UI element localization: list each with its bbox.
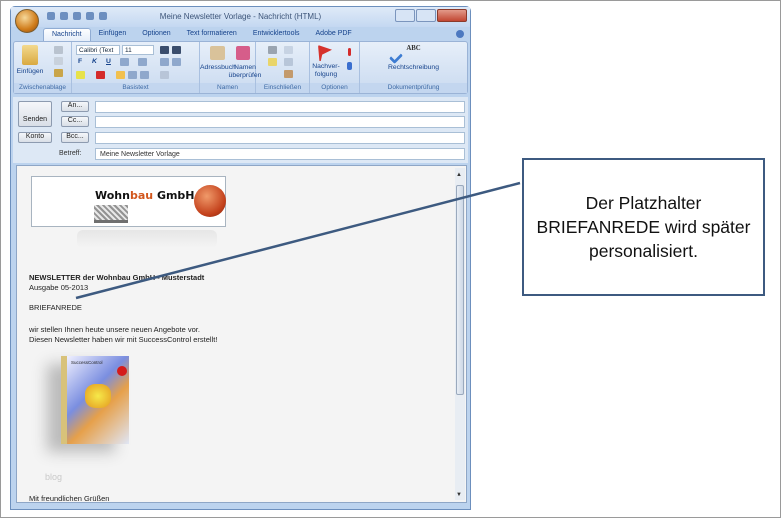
shrink-font-icon[interactable]: [172, 46, 181, 54]
attach-item-icon[interactable]: [284, 46, 293, 54]
minimize-button[interactable]: [395, 9, 415, 22]
group-proofing: ABC Rechtschreibung Dokumentprüfung: [360, 42, 467, 93]
followup-flag-icon[interactable]: [318, 45, 332, 61]
logo-text: Wohnbau GmbH: [95, 189, 195, 202]
paste-button[interactable]: Einfügen: [14, 68, 46, 76]
group-label: Zwischenablage: [14, 83, 71, 93]
attach-file-icon[interactable]: [268, 46, 277, 54]
grow-font-icon[interactable]: [160, 46, 169, 54]
bold-button[interactable]: F: [78, 58, 82, 66]
ribbon-tabs: Nachricht Einfügen Optionen Text formati…: [43, 28, 360, 42]
body-line-1: wir stellen Ihnen heute unsere neuen Ang…: [29, 325, 200, 334]
office-button[interactable]: [15, 9, 39, 33]
italic-button[interactable]: K: [92, 58, 97, 66]
message-header: Senden Konto An... Cc... Bcc... Betreff:…: [13, 97, 468, 163]
group-clipboard: Einfügen Zwischenablage: [14, 42, 72, 93]
tab-text-formatieren[interactable]: Text formatieren: [179, 28, 245, 42]
numbering-icon[interactable]: [138, 58, 147, 66]
align-left-icon[interactable]: [116, 71, 125, 79]
address-book-icon[interactable]: [210, 46, 225, 60]
font-size-select[interactable]: 11: [122, 45, 154, 55]
align-right-icon[interactable]: [140, 71, 149, 79]
maximize-button[interactable]: [416, 9, 436, 22]
tab-optionen[interactable]: Optionen: [134, 28, 178, 42]
account-button[interactable]: Konto: [18, 132, 52, 143]
tab-nachricht[interactable]: Nachricht: [43, 28, 91, 42]
address-book-button[interactable]: Adressbuch: [200, 64, 236, 72]
group-options: Nachver- folgung Optionen: [310, 42, 360, 93]
title-bar: Meine Newsletter Vorlage - Nachricht (HT…: [11, 7, 470, 27]
business-card-icon[interactable]: [268, 58, 277, 66]
outlook-message-window: Meine Newsletter Vorlage - Nachricht (HT…: [10, 6, 471, 510]
increase-indent-icon[interactable]: [172, 58, 181, 66]
ribbon: Einfügen Zwischenablage Calibri (Text 11…: [13, 41, 468, 94]
cut-icon[interactable]: [54, 46, 63, 54]
to-field[interactable]: [95, 101, 465, 113]
decrease-indent-icon[interactable]: [160, 58, 169, 66]
group-label: Optionen: [310, 83, 359, 93]
group-names: Adressbuch Namen überprüfen Namen: [200, 42, 261, 93]
issue-text: Ausgabe 05-2013: [29, 283, 89, 292]
scroll-up-arrow[interactable]: ▲: [456, 172, 462, 178]
cc-button[interactable]: Cc...: [61, 116, 89, 127]
tab-einfuegen[interactable]: Einfügen: [91, 28, 135, 42]
format-painter-icon[interactable]: [54, 69, 63, 77]
close-button[interactable]: [437, 9, 467, 22]
high-importance-icon[interactable]: [348, 48, 351, 56]
group-label: Einschließen: [256, 83, 309, 93]
align-center-icon[interactable]: [128, 71, 137, 79]
signature-icon[interactable]: [284, 70, 293, 78]
blog-link[interactable]: blog: [45, 472, 62, 482]
group-label: Dokumentprüfung: [360, 83, 467, 93]
salutation-placeholder: BRIEFANREDE: [29, 303, 82, 312]
help-icon[interactable]: [456, 30, 464, 38]
company-logo: Wohnbau GmbH: [31, 176, 226, 227]
clear-format-icon[interactable]: [160, 71, 169, 79]
underline-button[interactable]: U: [106, 58, 111, 66]
send-button[interactable]: Senden: [18, 101, 52, 127]
product-box-image: SuccessControl: [61, 356, 129, 444]
font-name-select[interactable]: Calibri (Text: [76, 45, 120, 55]
group-label: Basistext: [72, 83, 199, 93]
excavator-icon: [94, 205, 128, 223]
hexagon-graphic: [85, 384, 111, 408]
paste-icon[interactable]: [22, 45, 38, 65]
group-include: Einschließen: [256, 42, 310, 93]
closing-text: Mit freundlichen Grüßen: [29, 494, 110, 503]
scrollbar-thumb[interactable]: [456, 185, 464, 395]
font-color-icon[interactable]: [96, 71, 105, 79]
bcc-button[interactable]: Bcc...: [61, 132, 89, 143]
group-label: Namen: [200, 83, 255, 93]
cc-field[interactable]: [95, 116, 465, 128]
followup-button-line1[interactable]: Nachver-: [310, 63, 342, 71]
product-title: SuccessControl: [71, 360, 103, 365]
bullets-icon[interactable]: [120, 58, 129, 66]
group-basic-text: Calibri (Text 11 F K U Basistext: [72, 42, 200, 93]
subject-label: Betreff:: [59, 150, 82, 157]
spelling-abc-icon[interactable]: ABC: [360, 45, 467, 53]
annotation-callout: Der Platzhalter BRIEFANREDE wird später …: [522, 158, 765, 296]
logo-reflection: [77, 230, 217, 248]
newsletter-headline: NEWSLETTER der Wohnbau GmbH - Musterstad…: [29, 273, 205, 282]
followup-button-line2: folgung: [314, 71, 338, 78]
spelling-button[interactable]: Rechtschreibung: [360, 64, 467, 72]
calendar-icon[interactable]: [284, 58, 293, 66]
body-line-2: Diesen Newsletter haben wir mit SuccessC…: [29, 335, 218, 344]
vertical-scrollbar[interactable]: ▲ ▼: [455, 168, 465, 500]
copy-icon[interactable]: [54, 57, 63, 65]
to-button[interactable]: An...: [61, 101, 89, 112]
message-body[interactable]: Wohnbau GmbH NEWSLETTER der Wohnbau GmbH…: [16, 165, 467, 503]
subject-field[interactable]: Meine Newsletter Vorlage: [95, 148, 465, 160]
annotation-text: Der Platzhalter BRIEFANREDE wird später …: [536, 193, 751, 261]
highlight-icon[interactable]: [76, 71, 85, 79]
bcc-field[interactable]: [95, 132, 465, 144]
tab-entwicklertools[interactable]: Entwicklertools: [245, 28, 308, 42]
tab-adobe-pdf[interactable]: Adobe PDF: [308, 28, 360, 42]
low-importance-icon[interactable]: [347, 62, 352, 70]
badge-icon: [117, 366, 127, 376]
house-icon: [194, 185, 226, 217]
scroll-down-arrow[interactable]: ▼: [456, 492, 462, 498]
check-names-icon[interactable]: [236, 46, 250, 60]
